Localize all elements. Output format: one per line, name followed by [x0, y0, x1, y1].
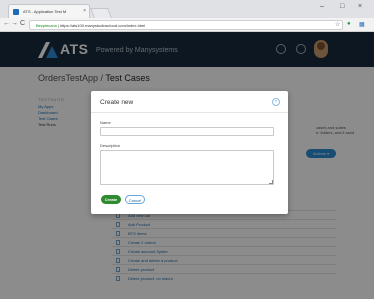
secure-label: Bezpieczna	[36, 23, 57, 28]
resize-handle-icon[interactable]	[269, 180, 273, 184]
cancel-button[interactable]: Cancel	[125, 195, 145, 204]
divider	[91, 112, 288, 113]
bookmark-star-icon[interactable]: ☆	[335, 21, 340, 28]
favicon-icon	[13, 9, 19, 15]
back-icon[interactable]: ←	[3, 20, 10, 27]
dialog-title: Create new	[100, 99, 134, 106]
name-label: Name	[100, 120, 111, 125]
maximize-icon[interactable]: □	[340, 3, 344, 10]
create-new-dialog: Create new × Name Description Create Can…	[91, 91, 288, 214]
create-button[interactable]: Create	[101, 195, 121, 204]
reload-icon[interactable]: C	[20, 20, 25, 27]
browser-toolbar: ← → C Bezpieczna | https://ats100.manyst…	[0, 18, 374, 32]
browser-tab[interactable]: ATS - Application Test M ×	[8, 4, 90, 18]
url-text: https://ats100.manystudioscloud.com/inde…	[59, 23, 146, 28]
close-icon[interactable]: ×	[272, 98, 280, 106]
address-bar[interactable]: Bezpieczna | https://ats100.manystudiosc…	[29, 20, 343, 30]
window-close-icon[interactable]: ×	[358, 3, 362, 10]
tab-strip: ATS - Application Test M × – □ ×	[0, 0, 374, 18]
browser-window: ATS - Application Test M × – □ × ← → C B…	[0, 0, 374, 299]
tab-title: ATS - Application Test M	[23, 9, 67, 14]
name-field[interactable]	[100, 127, 274, 136]
extension-icon-2[interactable]: ▦	[359, 21, 365, 28]
forward-icon[interactable]: →	[11, 20, 18, 27]
description-field[interactable]	[100, 150, 274, 185]
description-label: Description	[100, 143, 121, 148]
tab-close-icon[interactable]: ×	[83, 8, 86, 14]
new-tab-button[interactable]	[90, 8, 112, 18]
extension-icon[interactable]: ●	[347, 21, 351, 27]
minimize-icon[interactable]: –	[320, 3, 324, 10]
